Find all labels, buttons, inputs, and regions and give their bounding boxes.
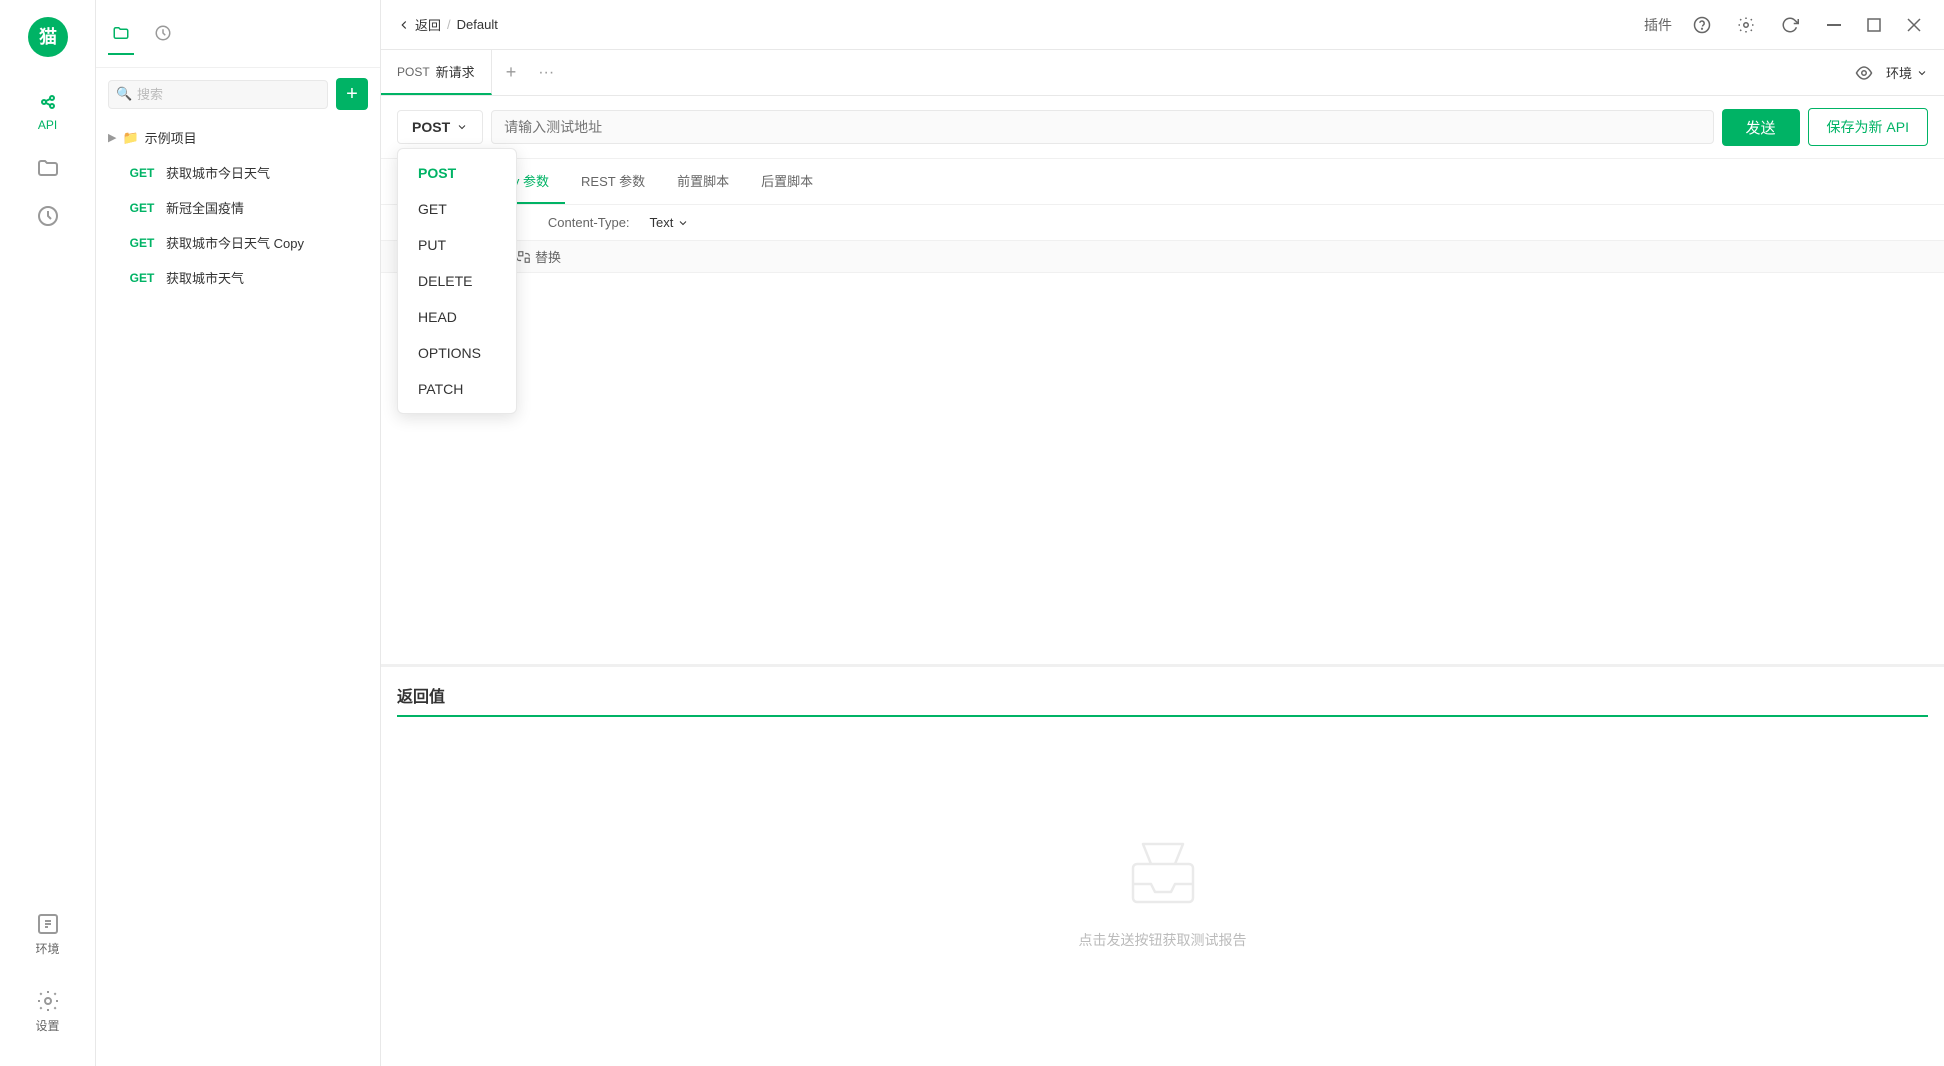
dropdown-item-put[interactable]: PUT — [398, 227, 516, 263]
tabs-bar: POST 新请求 + ··· 环境 — [381, 50, 1944, 96]
replace-label: 替换 — [535, 247, 561, 266]
request-tabs: 请求体 Query 参数 REST 参数 前置脚本 后置脚本 — [381, 159, 1944, 205]
url-bar: POST POST GET PUT DELETE HEAD OPTIONS PA… — [381, 96, 1944, 159]
help-icon[interactable] — [1688, 11, 1716, 39]
send-button[interactable]: 发送 — [1722, 109, 1800, 146]
file-tree: ▶ 📁 示例项目 GET 获取城市今日天气 GET 新冠全国疫情 GET 获取城… — [96, 120, 380, 295]
dropdown-item-delete[interactable]: DELETE — [398, 263, 516, 299]
content-type-select[interactable]: Text — [650, 215, 690, 230]
api-item-name: 获取城市天气 — [166, 268, 244, 287]
app-logo: 猫 — [23, 12, 73, 62]
tab-method: POST — [397, 65, 430, 79]
sidebar-item-env[interactable]: 环境 — [0, 900, 95, 969]
url-input[interactable] — [491, 110, 1713, 144]
method-selector: POST POST GET PUT DELETE HEAD OPTIONS PA… — [397, 110, 483, 144]
chevron-down-icon — [456, 121, 468, 133]
empty-inbox-icon — [1123, 834, 1203, 914]
response-section: 返回值 点击发送按钮获取测试报告 — [381, 664, 1944, 1066]
empty-state: 点击发送按钮获取测试报告 — [397, 733, 1928, 1050]
chevron-down-icon — [677, 217, 689, 229]
tab-rest-params[interactable]: REST 参数 — [565, 159, 661, 204]
tab-name: 新请求 — [436, 62, 475, 81]
search-input[interactable] — [108, 80, 328, 109]
active-tab[interactable]: POST 新请求 — [381, 50, 492, 95]
save-as-api-button[interactable]: 保存为新 API — [1808, 108, 1928, 146]
api-item-name: 获取城市今日天气 — [166, 163, 270, 182]
dropdown-item-options[interactable]: OPTIONS — [398, 335, 516, 371]
env-label: 环境 — [1886, 63, 1912, 82]
list-item[interactable]: GET 新冠全国疫情 — [96, 190, 380, 225]
close-button[interactable] — [1900, 11, 1928, 39]
content-type-label: Content-Type: — [548, 215, 630, 230]
file-tab-history[interactable] — [150, 16, 176, 55]
request-panel: POST POST GET PUT DELETE HEAD OPTIONS PA… — [381, 96, 1944, 1066]
new-tab-button[interactable]: + — [492, 50, 531, 95]
api-item-name: 获取城市今日天气 Copy — [166, 233, 304, 252]
list-item[interactable]: GET 获取城市今日天气 Copy — [96, 225, 380, 260]
tab-pre-script[interactable]: 前置脚本 — [661, 159, 745, 204]
editor-area[interactable] — [381, 273, 1944, 664]
svg-text:猫: 猫 — [39, 26, 57, 47]
maximize-button[interactable] — [1860, 11, 1888, 39]
refresh-icon[interactable] — [1776, 11, 1804, 39]
sidebar-item-folder[interactable] — [0, 144, 95, 192]
content-type-value: Text — [650, 215, 674, 230]
body-options: Raw Binary Content-Type: Text — [381, 205, 1944, 241]
list-item[interactable]: GET 获取城市天气 — [96, 260, 380, 295]
dropdown-item-get[interactable]: GET — [398, 191, 516, 227]
back-label: 返回 — [415, 15, 441, 34]
method-label: POST — [412, 119, 450, 135]
api-item-name: 新冠全国疫情 — [166, 198, 244, 217]
sidebar-item-history[interactable] — [0, 192, 95, 240]
sidebar-settings-label: 设置 — [35, 1017, 59, 1034]
empty-message: 点击发送按钮获取测试报告 — [1079, 930, 1247, 950]
file-panel-header — [96, 0, 380, 68]
method-badge-get: GET — [124, 235, 160, 251]
environment-selector[interactable]: 环境 — [1886, 63, 1928, 82]
breadcrumb: 返回 / Default — [397, 15, 498, 34]
search-area: 🔍 + — [96, 68, 380, 120]
minimize-button[interactable] — [1820, 11, 1848, 39]
back-button[interactable]: 返回 — [397, 15, 441, 34]
sidebar-item-settings[interactable]: 设置 — [0, 977, 95, 1046]
file-tab-folder[interactable] — [108, 16, 134, 55]
search-icon: 🔍 — [116, 86, 132, 102]
folder-icon: 📁 — [122, 130, 138, 146]
plugins-button[interactable]: 插件 — [1644, 15, 1672, 35]
method-badge-get: GET — [124, 270, 160, 286]
list-item[interactable]: GET 获取城市今日天气 — [96, 155, 380, 190]
add-button[interactable]: + — [336, 78, 368, 110]
tree-folder-item[interactable]: ▶ 📁 示例项目 — [96, 120, 380, 155]
method-badge-get: GET — [124, 165, 160, 181]
settings-icon[interactable] — [1732, 11, 1760, 39]
method-button[interactable]: POST — [397, 110, 483, 144]
breadcrumb-current: Default — [457, 17, 498, 32]
sidebar-env-label: 环境 — [35, 940, 59, 957]
response-title: 返回值 — [397, 683, 1928, 717]
dropdown-item-patch[interactable]: PATCH — [398, 371, 516, 407]
replace-icon — [517, 250, 531, 264]
method-badge-get: GET — [124, 200, 160, 216]
method-dropdown: POST GET PUT DELETE HEAD OPTIONS PATCH — [397, 148, 517, 414]
editor-toolbar: 复制 搜索 替换 — [381, 241, 1944, 273]
folder-name: 示例项目 — [145, 128, 197, 147]
dropdown-item-head[interactable]: HEAD — [398, 299, 516, 335]
top-bar: 返回 / Default 插件 — [381, 0, 1944, 50]
chevron-right-icon: ▶ — [108, 131, 116, 144]
tab-more-button[interactable]: ··· — [530, 50, 562, 95]
sidebar-api-label: API — [38, 118, 57, 132]
preview-icon[interactable] — [1850, 59, 1878, 87]
dropdown-item-post[interactable]: POST — [398, 155, 516, 191]
replace-action[interactable]: 替换 — [517, 247, 561, 266]
tab-post-script[interactable]: 后置脚本 — [745, 159, 829, 204]
breadcrumb-separator: / — [447, 17, 451, 32]
sidebar-item-api[interactable]: API — [0, 78, 95, 144]
